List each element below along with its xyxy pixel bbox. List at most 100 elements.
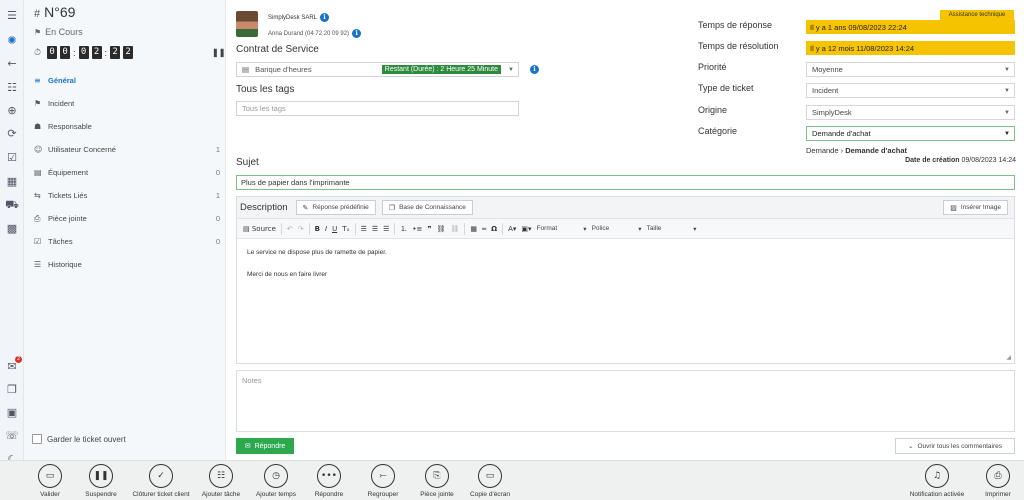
tags-input[interactable]: Tous les tags	[236, 101, 519, 116]
contract-select[interactable]: ▤ Banque d'heures Restant (Durée) : 2 He…	[236, 62, 519, 77]
menu-icon[interactable]: ☰	[5, 8, 19, 22]
notes-input[interactable]: Notes	[236, 370, 1015, 432]
suspend-button[interactable]: ❚❚ Suspendre	[71, 464, 131, 498]
back-arrow-icon[interactable]: ←	[5, 56, 19, 70]
merge-button[interactable]: ⤚ Regrouper	[353, 464, 413, 498]
qr-icon[interactable]: ▦	[5, 174, 19, 188]
underline-icon[interactable]: U	[332, 225, 337, 233]
hash-icon: #	[34, 8, 41, 20]
reply-button[interactable]: ✉ Répondre	[236, 438, 294, 454]
add-time-button[interactable]: ◷ Ajouter temps	[246, 464, 306, 498]
paperclip-icon: ⎙	[34, 213, 41, 223]
grid-icon[interactable]: ▩	[5, 221, 19, 235]
creation-date-label: Date de création	[905, 157, 960, 164]
pause-icon: ❚❚	[89, 464, 113, 488]
ticket-type-select[interactable]: Incident ▼	[806, 83, 1015, 98]
italic-icon[interactable]: I	[325, 225, 327, 233]
horizontal-line-icon[interactable]: ═	[482, 225, 486, 233]
refresh-icon[interactable]: ⟳	[5, 126, 19, 140]
toolbar-separator	[354, 222, 356, 235]
notification-button[interactable]: ♫ Notification activée	[907, 464, 967, 498]
bullet-list-icon[interactable]: •≡	[412, 225, 422, 233]
description-header: Description ✎ Réponse prédéfinie ❐ Base de…	[237, 197, 1014, 219]
resolution-time-label: Temps de résolution	[698, 41, 779, 51]
timer-digit: 2	[110, 46, 121, 59]
reply-button-label: Répondre	[254, 442, 286, 450]
numbered-list-icon[interactable]: ⒈	[400, 224, 407, 234]
add-task-button[interactable]: ☷ Ajouter tâche	[191, 464, 251, 498]
source-button[interactable]: ▤ Source	[243, 225, 276, 233]
font-dropdown[interactable]: Police ▾	[592, 225, 642, 233]
checklist-icon[interactable]: ☑	[5, 150, 19, 164]
sidebar-item-concerned-user[interactable]: ☺ Utilisateur Concerné 1	[34, 138, 220, 161]
screenshot-button[interactable]: ▭ Copie d'écran	[460, 464, 520, 498]
keep-open-checkbox[interactable]	[32, 434, 42, 444]
unlink-icon[interactable]: ⛓	[450, 225, 459, 233]
timer-digit: 2	[123, 46, 134, 59]
contract-info-icon[interactable]: i	[530, 65, 539, 74]
toolbar-separator	[280, 222, 282, 235]
redo-icon[interactable]: ↷	[298, 225, 304, 233]
close-ticket-button[interactable]: ✓ Clôturer ticket client	[131, 464, 191, 498]
responsible-icon: ☗	[34, 122, 42, 131]
predefined-response-button[interactable]: ✎ Réponse prédéfinie	[295, 200, 376, 215]
reply-icon: ✉	[244, 442, 251, 450]
book-icon[interactable]: ❐	[5, 382, 19, 396]
monitor-icon: ▭	[478, 464, 502, 488]
sidebar-item-equipment[interactable]: ▤ Équipement 0	[34, 161, 220, 184]
background-color-icon[interactable]: ▣▾	[521, 225, 531, 233]
sidebar-item-linked-tickets[interactable]: ⇆ Tickets Liés 1	[34, 184, 220, 207]
keep-open-option[interactable]: Garder le ticket ouvert	[32, 434, 126, 444]
print-button[interactable]: ⎙ Imprimer	[968, 464, 1024, 498]
bold-icon[interactable]: B	[315, 225, 320, 233]
timer-digit: 0	[78, 46, 89, 59]
align-center-icon[interactable]: ☰	[372, 225, 378, 233]
sidebar-item-tasks[interactable]: ☑ Tâches 0	[34, 230, 220, 253]
insert-image-label: Insérer Image	[960, 204, 1001, 211]
ticket-status: ⚑ En Cours	[34, 27, 83, 37]
open-comments-button[interactable]: ⌄ Ouvrir tous les commentaires	[895, 438, 1015, 454]
undo-icon[interactable]: ↶	[287, 225, 293, 233]
sidebar-item-responsible[interactable]: ☗ Responsable	[34, 115, 220, 138]
response-time-label: Temps de réponse	[698, 20, 773, 30]
cart-icon[interactable]: ⛟	[5, 198, 19, 212]
knowledge-base-button[interactable]: ❐ Base de Connaissance	[381, 200, 473, 215]
user-icon: ☺	[34, 145, 43, 154]
brand-logo-icon[interactable]: ✺	[5, 33, 19, 47]
link-icon[interactable]: ⛓	[437, 225, 446, 233]
sidebar-item-incident[interactable]: ⚑ Incident	[34, 92, 220, 115]
inbox-icon[interactable]: ▣	[5, 405, 19, 419]
category-value: Demande d'achat	[812, 129, 871, 138]
resize-handle-icon[interactable]: ◢	[1006, 354, 1011, 361]
origin-select[interactable]: SimplyDesk ▼	[806, 105, 1015, 120]
sidebar-item-history[interactable]: ☰ Historique	[34, 253, 220, 276]
printer-icon: ⎙	[986, 464, 1010, 488]
text-color-icon[interactable]: A▾	[508, 225, 516, 233]
insert-image-button[interactable]: ▨ Insérer Image	[943, 200, 1008, 215]
sidebar-item-attachments[interactable]: ⎙ Pièce jointe 0	[34, 207, 220, 230]
info-icon[interactable]: i	[352, 29, 362, 38]
attachment-button[interactable]: ⎘ Pièce jointe	[407, 464, 467, 498]
contacts-icon[interactable]: ☷	[5, 80, 19, 94]
priority-select[interactable]: Moyenne ▼	[806, 62, 1015, 77]
add-icon[interactable]: ⊕	[5, 103, 19, 117]
print-label: Imprimer	[985, 491, 1011, 498]
format-dropdown[interactable]: Format ▾	[537, 225, 587, 233]
special-char-icon[interactable]: Ω	[491, 225, 497, 233]
clear-format-icon[interactable]: Tₓ	[342, 225, 349, 233]
category-select[interactable]: Demande d'achat ▼	[806, 126, 1015, 141]
chat-notification-icon[interactable]: ✉ 2	[5, 356, 22, 373]
info-icon[interactable]: i	[320, 13, 330, 22]
timer-pause-icon[interactable]: ❚❚	[212, 48, 225, 57]
sidebar-item-label: Responsable	[48, 122, 92, 131]
align-right-icon[interactable]: ☰	[383, 225, 389, 233]
align-left-icon[interactable]: ☰	[361, 225, 367, 233]
sidebar-item-general[interactable]: ≡ Général	[34, 69, 220, 92]
table-icon[interactable]: ▦	[470, 225, 477, 233]
reply-action-button[interactable]: ••• Répondre	[299, 464, 359, 498]
subject-input[interactable]: Plus de papier dans l'imprimante	[236, 175, 1015, 190]
editor-content[interactable]: Le service ne dispose plus de ramette de…	[237, 239, 1014, 299]
size-dropdown[interactable]: Taille ▾	[647, 225, 697, 233]
comment-icon[interactable]: ☏	[5, 428, 19, 442]
blockquote-icon[interactable]: ❞	[427, 225, 431, 233]
